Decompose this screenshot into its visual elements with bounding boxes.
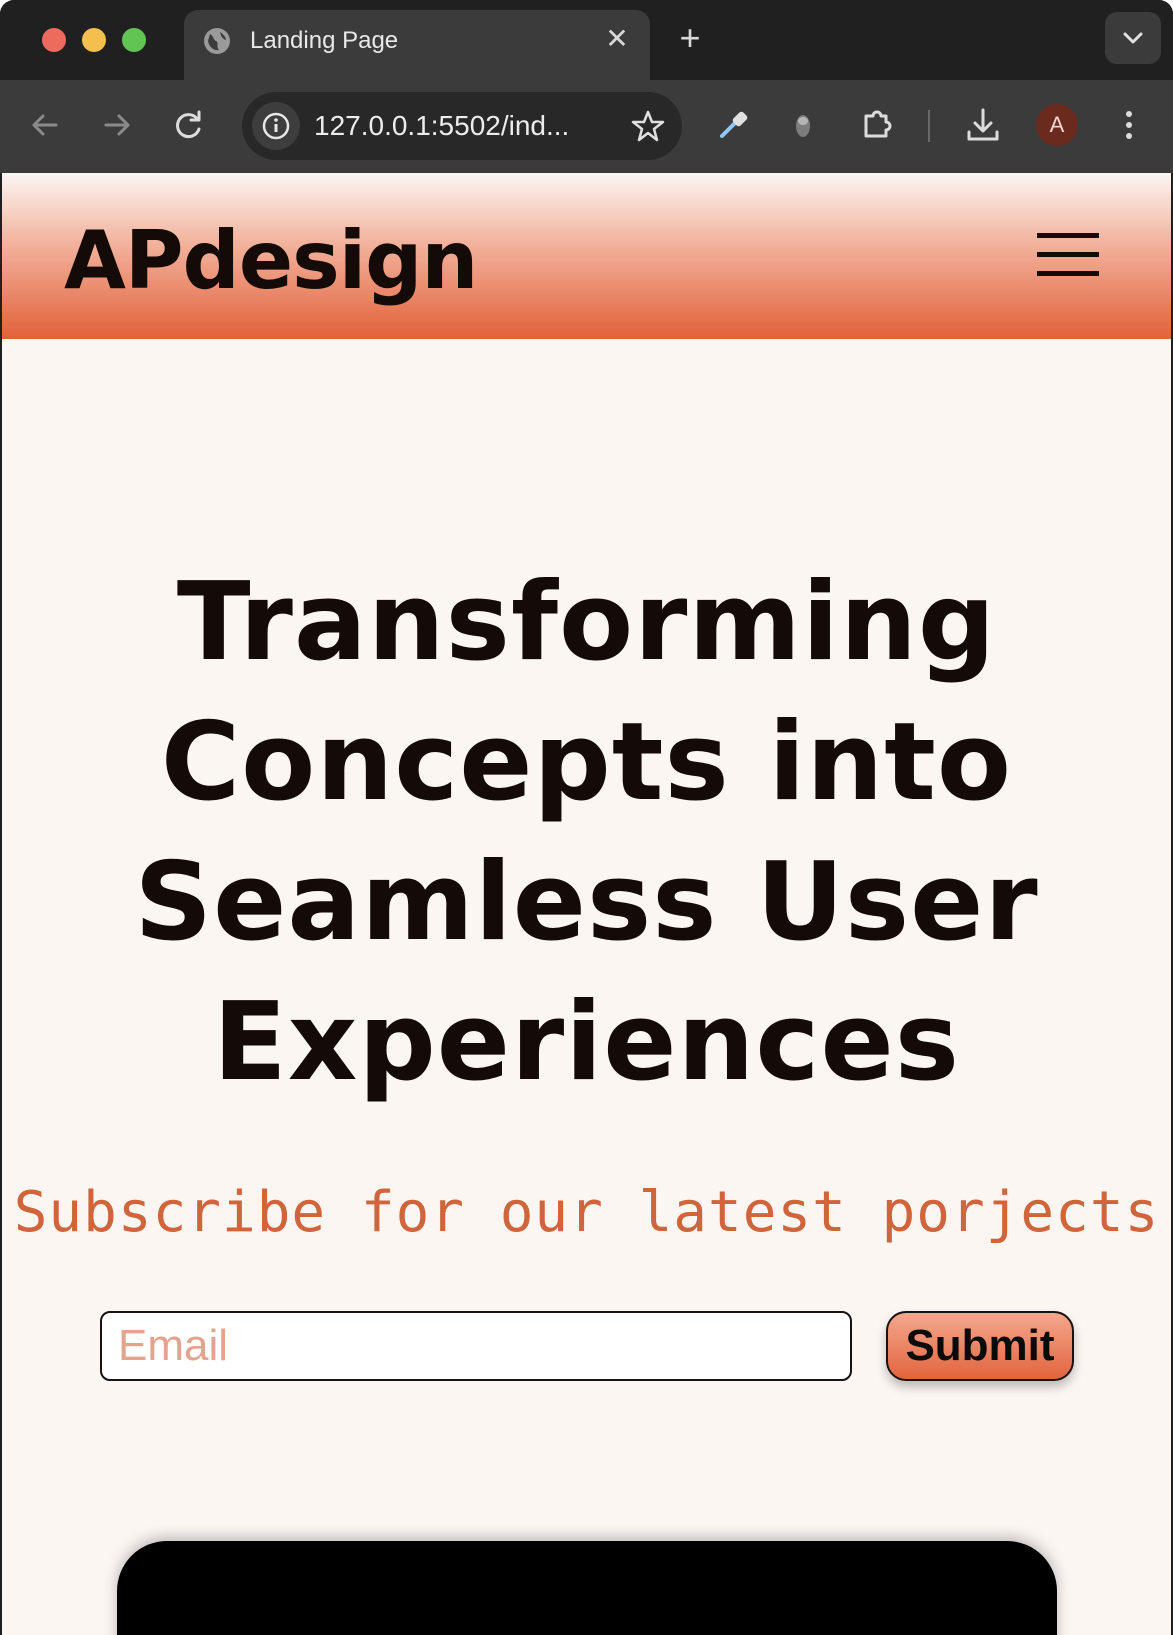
extension-puzzle-icon[interactable] [854, 102, 900, 148]
forward-arrow-icon[interactable] [94, 102, 140, 148]
back-arrow-icon[interactable] [22, 102, 68, 148]
eyedropper-icon[interactable] [710, 102, 756, 148]
submit-button[interactable]: Submit [886, 1311, 1074, 1381]
subscribe-text: Subscribe for our latest porjects [13, 1180, 1160, 1245]
hero-line: Concepts into [160, 700, 1013, 825]
tab-landing-page[interactable]: Landing Page ✕ [184, 10, 650, 80]
hero-line: Experiences [213, 980, 960, 1105]
minimize-window-button[interactable] [82, 28, 106, 52]
more-vert-icon[interactable] [1106, 102, 1152, 148]
info-icon [262, 112, 290, 140]
dark-preview-panel [117, 1541, 1057, 1635]
chevron-down-icon [1123, 32, 1143, 44]
hero-line: Seamless User [134, 840, 1039, 965]
email-field[interactable] [100, 1311, 852, 1381]
close-window-button[interactable] [42, 28, 66, 52]
hero-heading: Transforming Concepts into Seamless User… [2, 553, 1171, 1113]
web-page: APdesign Transforming Concepts into Seam… [2, 173, 1171, 1635]
star-icon[interactable] [630, 108, 666, 144]
plus-icon[interactable]: + [672, 20, 708, 56]
tab-search-button[interactable] [1105, 12, 1161, 64]
tab-strip: Landing Page ✕ + [0, 0, 1173, 80]
site-info-button[interactable] [252, 102, 300, 150]
site-logo[interactable]: APdesign [64, 215, 478, 307]
toolbar-divider [928, 110, 930, 142]
site-header: APdesign [2, 173, 1171, 339]
url-text[interactable]: 127.0.0.1:5502/ind... [314, 108, 569, 144]
address-bar[interactable]: 127.0.0.1:5502/ind... [242, 92, 682, 160]
extension-blob-icon[interactable] [780, 102, 826, 148]
reload-icon[interactable] [166, 102, 212, 148]
download-icon[interactable] [960, 102, 1006, 148]
browser-toolbar: 127.0.0.1:5502/ind... A [0, 80, 1173, 173]
maximize-window-button[interactable] [122, 28, 146, 52]
globe-icon [204, 28, 230, 54]
hamburger-menu-icon[interactable] [1037, 233, 1099, 277]
close-icon[interactable]: ✕ [602, 24, 632, 54]
browser-window: Landing Page ✕ + 127.0.0.1:5502/ind... A… [0, 0, 1173, 1635]
hero-line: Transforming [176, 560, 997, 685]
tab-title: Landing Page [250, 27, 399, 54]
avatar[interactable]: A [1036, 104, 1078, 146]
